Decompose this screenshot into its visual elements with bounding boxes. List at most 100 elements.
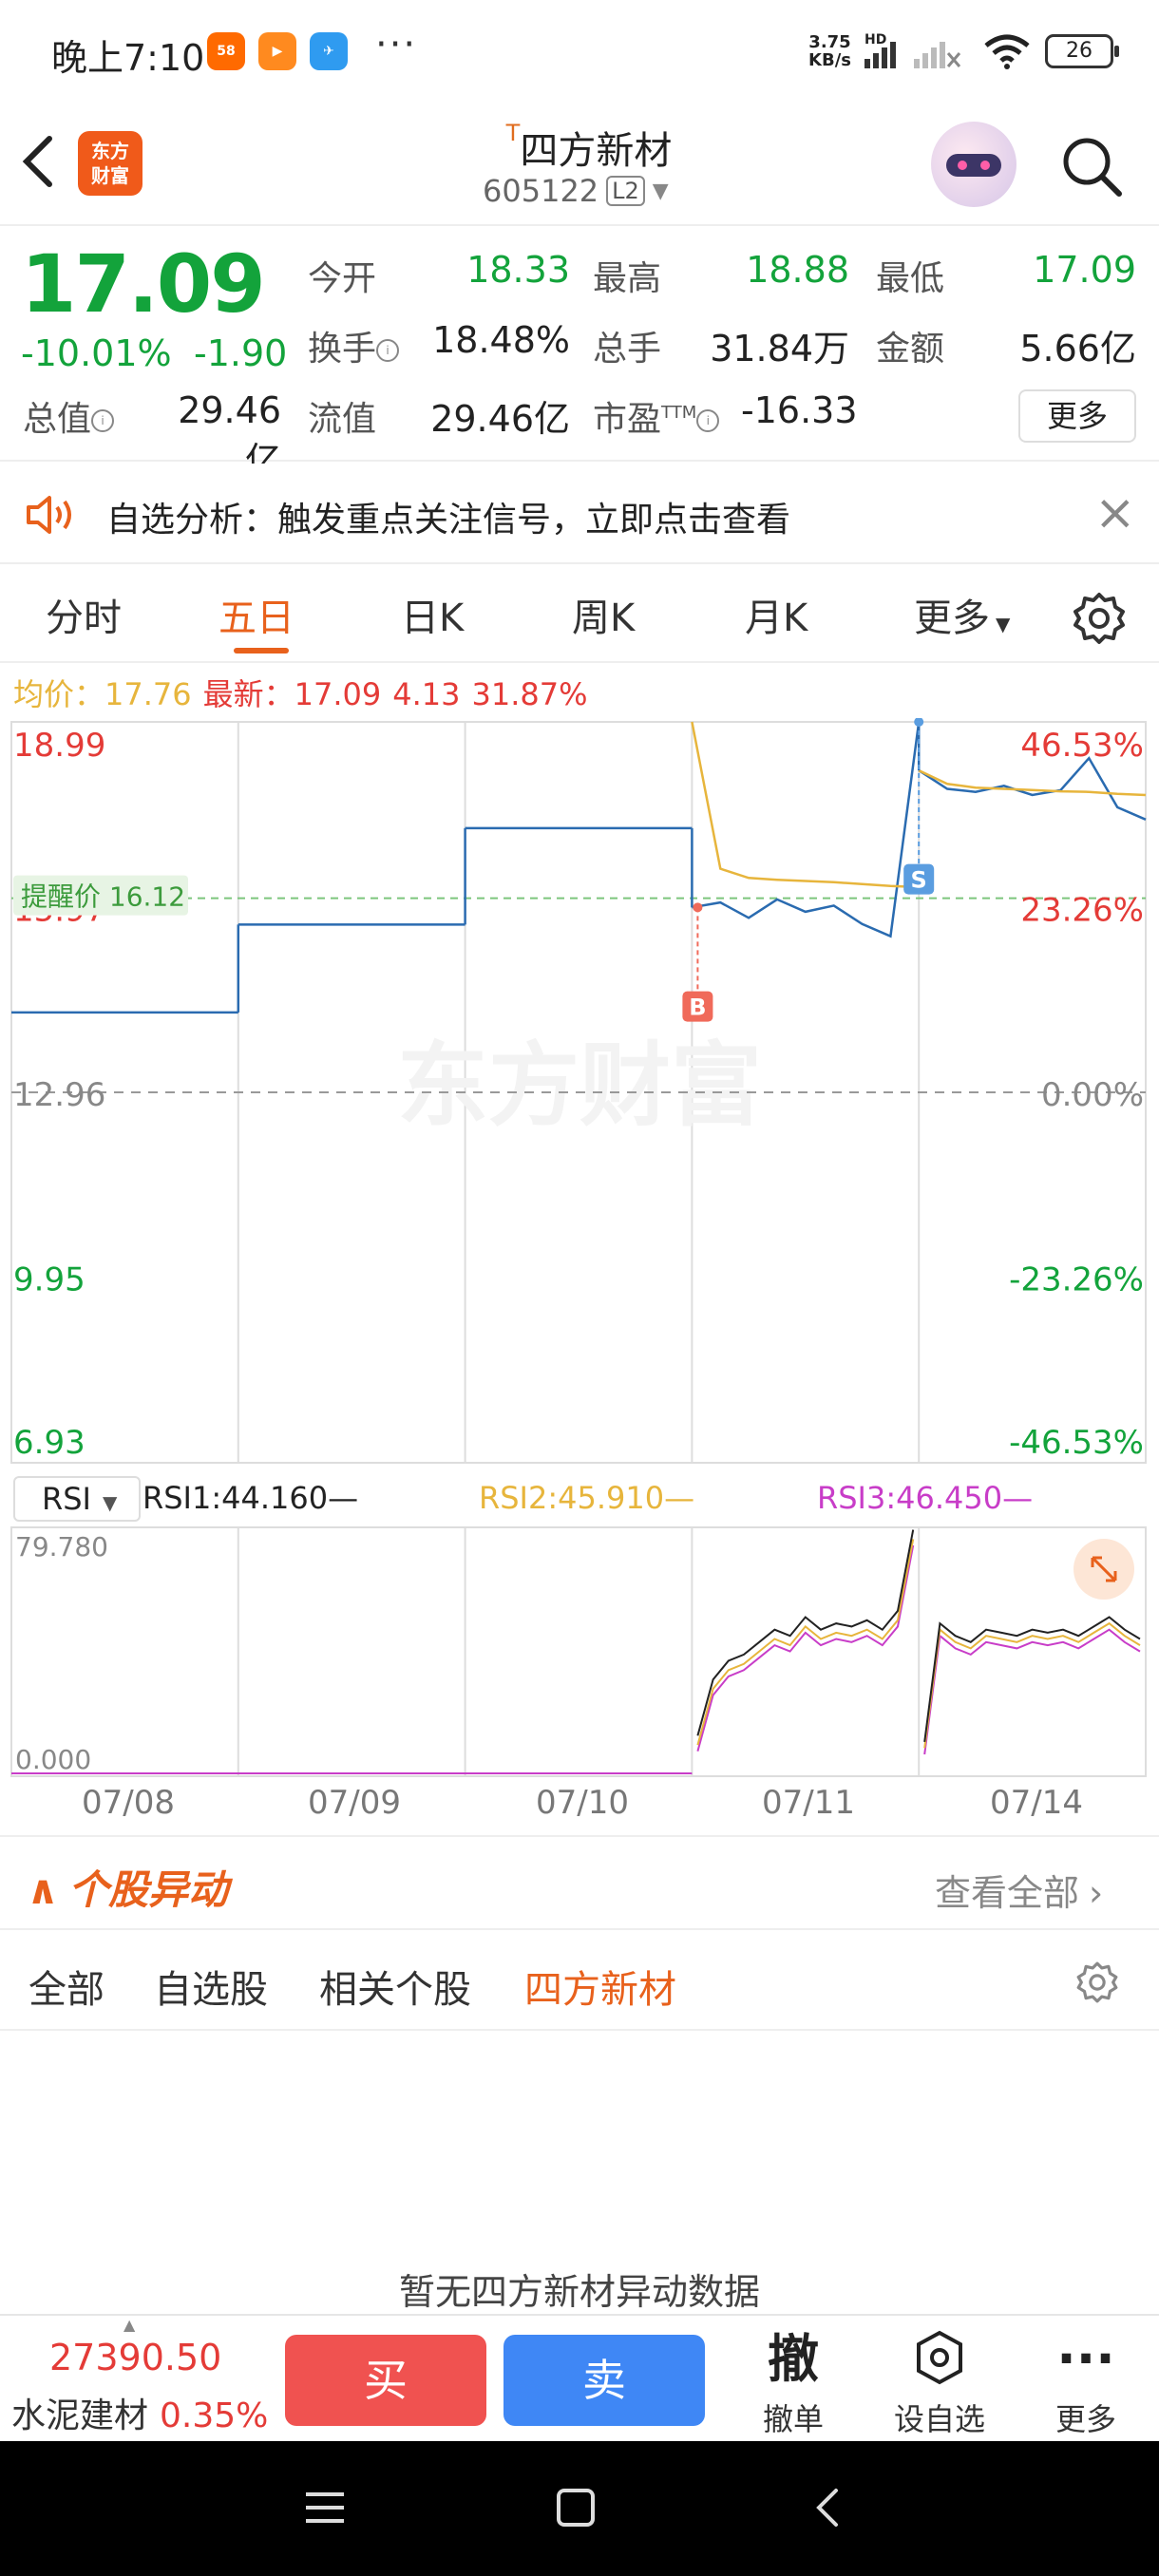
sell-button[interactable]: 卖 [504, 2335, 705, 2426]
indicator-selector[interactable]: RSI ▼ [13, 1476, 141, 1522]
date-label: 07/10 [536, 1784, 629, 1822]
rsi3-line [696, 1544, 915, 1752]
app-58-icon: 58 [207, 32, 245, 70]
stock-code: 605122 [483, 173, 599, 209]
tab-daily-k[interactable]: 日K [401, 587, 464, 642]
low-value: 17.09 [1033, 249, 1136, 291]
open-label: 今开 [308, 259, 377, 298]
sector-index-value[interactable]: 27390.50 [49, 2337, 221, 2378]
status-time: 晚上7:10 [51, 37, 205, 79]
info-icon: i [376, 339, 400, 362]
back-button[interactable] [19, 131, 72, 199]
turnover-value: 18.48% [432, 319, 570, 361]
robot-assistant-icon[interactable] [931, 122, 1016, 207]
sector-index-name[interactable]: 水泥建材 0.35% [11, 2388, 268, 2437]
high-value: 18.88 [746, 249, 849, 291]
add-watchlist-button[interactable]: 设自选 [878, 2329, 1001, 2439]
alert-banner[interactable]: 自选分析：触发重点关注信号，立即点击查看 × [0, 464, 1159, 564]
quote-more-button[interactable]: 更多 [1018, 389, 1136, 443]
battery-icon: 26 [1045, 34, 1119, 68]
bottom-toolbar: ▲ 27390.50 水泥建材 0.35% 买 卖 撤 撤单 设自选 ··· 更多 [0, 2314, 1159, 2441]
more-button[interactable]: ··· 更多 [1024, 2329, 1148, 2439]
menu-icon[interactable] [287, 2479, 363, 2536]
avg-line-day5 [918, 768, 1147, 797]
rsi2-value: RSI2:45.910— [479, 1480, 695, 1516]
stock-title[interactable]: T四方新材 [475, 120, 703, 175]
open-value: 18.33 [466, 249, 570, 291]
y-axis-label: 12.96 [13, 1076, 105, 1114]
rsi-legend: RSI ▼ RSI1:44.160— RSI2:45.910— RSI3:46.4… [0, 1470, 1159, 1527]
trade-marker-label: S [911, 867, 927, 894]
y-axis-label: 6.93 [13, 1424, 86, 1462]
view-all-link[interactable]: 查看全部 › [935, 1864, 1103, 1916]
caret-down-icon: ▼ [996, 613, 1011, 635]
wifi-icon [984, 34, 1030, 69]
tab-more[interactable]: 更多 ▼ [914, 587, 1010, 642]
filter-related[interactable]: 相关个股 [319, 1959, 471, 2014]
back-nav-icon[interactable] [790, 2479, 866, 2536]
date-label: 07/14 [990, 1784, 1083, 1822]
turnover-label: 换手 i [308, 321, 400, 370]
tab-five-day[interactable]: 五日 [218, 587, 294, 642]
alert-text: 自选分析：触发重点关注信号，立即点击查看 [106, 501, 791, 540]
info-icon: i [91, 409, 115, 432]
signal-icon: HD [864, 32, 961, 68]
stock-code-selector[interactable]: 605122 L2 ▼ [483, 173, 669, 209]
search-button[interactable] [1060, 135, 1123, 198]
network-speed: 3.75 KB/s [808, 32, 851, 70]
caret-down-icon: ▼ [652, 179, 669, 203]
y-axis-label: 9.95 [13, 1261, 86, 1299]
filter-settings-gear-icon[interactable] [1075, 1960, 1119, 2004]
rsi1-value: RSI1:44.160— [142, 1480, 359, 1516]
rsi-bottom-label: 0.000 [15, 1744, 91, 1775]
app-logo: 东方 财富 [78, 131, 142, 196]
chevron-right-icon: › [1089, 1872, 1104, 1914]
amount-value: 5.66亿 [1019, 328, 1136, 369]
y-axis-pct-label: -23.26% [1009, 1261, 1144, 1299]
latest-pct: 31.87% [471, 676, 588, 712]
volume-label: 总手 [593, 330, 662, 369]
status-indicators: 3.75 KB/s HD 26 [808, 32, 1119, 70]
tab-monthly-k[interactable]: 月K [745, 587, 808, 642]
close-icon[interactable]: × [1094, 484, 1136, 541]
rsi2-line [696, 1539, 915, 1746]
pe-value: -16.33 [741, 389, 858, 431]
tab-weekly-k[interactable]: 周K [572, 587, 635, 642]
watchlist-hexagon-icon [878, 2329, 1001, 2390]
change-percent: -10.01% [21, 332, 172, 374]
float-value: 29.46亿 [430, 398, 570, 440]
latest-label: 最新： [202, 676, 294, 712]
chevron-left-icon [22, 136, 52, 187]
info-icon: i [696, 409, 720, 432]
y-axis-label: 18.99 [13, 727, 105, 765]
app-plane-icon: ✈ [310, 32, 348, 70]
tab-intraday[interactable]: 分时 [46, 587, 122, 642]
rsi3-value: RSI3:46.450— [817, 1480, 1034, 1516]
filter-this-stock[interactable]: 四方新材 [524, 1959, 676, 2014]
stock-anomaly-header: ∧ 个股异动 查看全部 › [0, 1835, 1159, 1930]
volume-value: 31.84万 [710, 328, 849, 369]
float-label: 流值 [308, 400, 377, 439]
date-label: 07/09 [308, 1784, 401, 1822]
buy-button[interactable]: 买 [285, 2335, 486, 2426]
amount-label: 金额 [876, 330, 945, 369]
y-axis-pct-label: 46.53% [1020, 727, 1144, 765]
app-video-icon: ▶ [258, 32, 296, 70]
y-axis-pct-label: -46.53% [1009, 1424, 1144, 1462]
filter-all[interactable]: 全部 [28, 1959, 104, 2014]
filter-watchlist[interactable]: 自选股 [154, 1959, 268, 2014]
latest-price: 17.09 [294, 676, 382, 712]
price-line-day5 [918, 756, 1147, 821]
stock-header: 东方 财富 T四方新材 605122 L2 ▼ [0, 106, 1159, 226]
anomaly-title[interactable]: ∧ 个股异动 [27, 1858, 228, 1916]
home-icon[interactable] [538, 2479, 614, 2536]
cancel-order-button[interactable]: 撤 撤单 [732, 2329, 855, 2439]
five-day-chart[interactable]: 东方财富18.9946.53%15.9723.26%12.960.00%9.95… [0, 718, 1159, 1782]
watermark: 东方财富 [397, 1032, 762, 1139]
trade-marker-dot [693, 902, 703, 913]
alert-price-label: 提醒价 16.12 [21, 881, 185, 913]
pe-label: 市盈TTM i [593, 391, 720, 441]
active-tab-indicator [234, 648, 289, 653]
chevron-up-icon: ∧ [27, 1866, 60, 1913]
chart-settings-gear-icon[interactable] [1072, 591, 1127, 646]
